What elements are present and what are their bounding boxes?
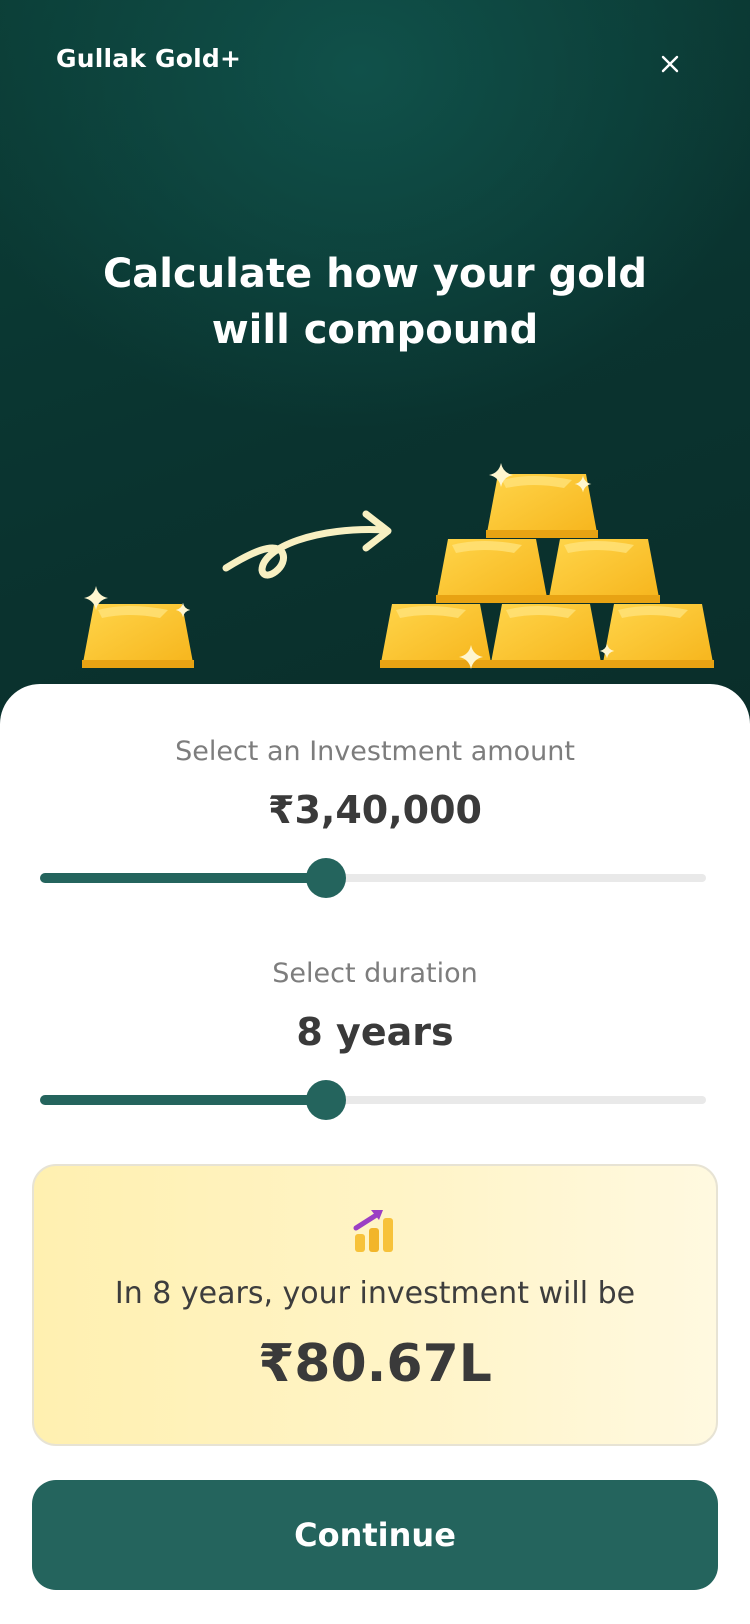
gold-bar-icon	[82, 586, 194, 668]
headline-line-1: Calculate how your gold	[102, 251, 648, 297]
duration-slider-thumb[interactable]	[306, 1080, 347, 1120]
investment-label: Select an Investment amount	[175, 736, 575, 767]
gold-illustration	[82, 463, 714, 669]
gold-calculator-screen: Gullak Gold+ Calculate how your gold wil…	[0, 0, 750, 1624]
result-value: ₹80.67L	[258, 1334, 492, 1394]
result-description: In 8 years, your investment will be	[114, 1276, 636, 1311]
close-button[interactable]	[650, 44, 690, 84]
result-card: In 8 years, your investment will be ₹80.…	[32, 1164, 718, 1446]
calculator-sheet: Select an Investment amount ₹3,40,000 Se…	[0, 684, 750, 1624]
investment-slider-fill	[40, 873, 327, 883]
headline-line-2: will compound	[211, 307, 539, 353]
duration-slider-fill	[40, 1095, 327, 1105]
growth-chart-icon	[353, 1210, 393, 1252]
curved-arrow-icon	[222, 510, 392, 579]
duration-value: 8 years	[296, 1010, 454, 1054]
brand-title: Gullak Gold+	[56, 44, 242, 73]
gold-bar-pyramid-icon	[380, 474, 714, 668]
continue-button[interactable]: Continue	[32, 1480, 718, 1590]
close-icon	[661, 55, 679, 73]
investment-slider-thumb[interactable]	[306, 858, 347, 898]
duration-slider[interactable]	[40, 1078, 706, 1122]
investment-value: ₹3,40,000	[268, 788, 482, 832]
hero-headline: Calculate how your gold will compound	[0, 246, 750, 358]
duration-label: Select duration	[272, 958, 478, 989]
hero-section: Gullak Gold+ Calculate how your gold wil…	[0, 0, 750, 740]
investment-slider[interactable]	[40, 856, 706, 900]
